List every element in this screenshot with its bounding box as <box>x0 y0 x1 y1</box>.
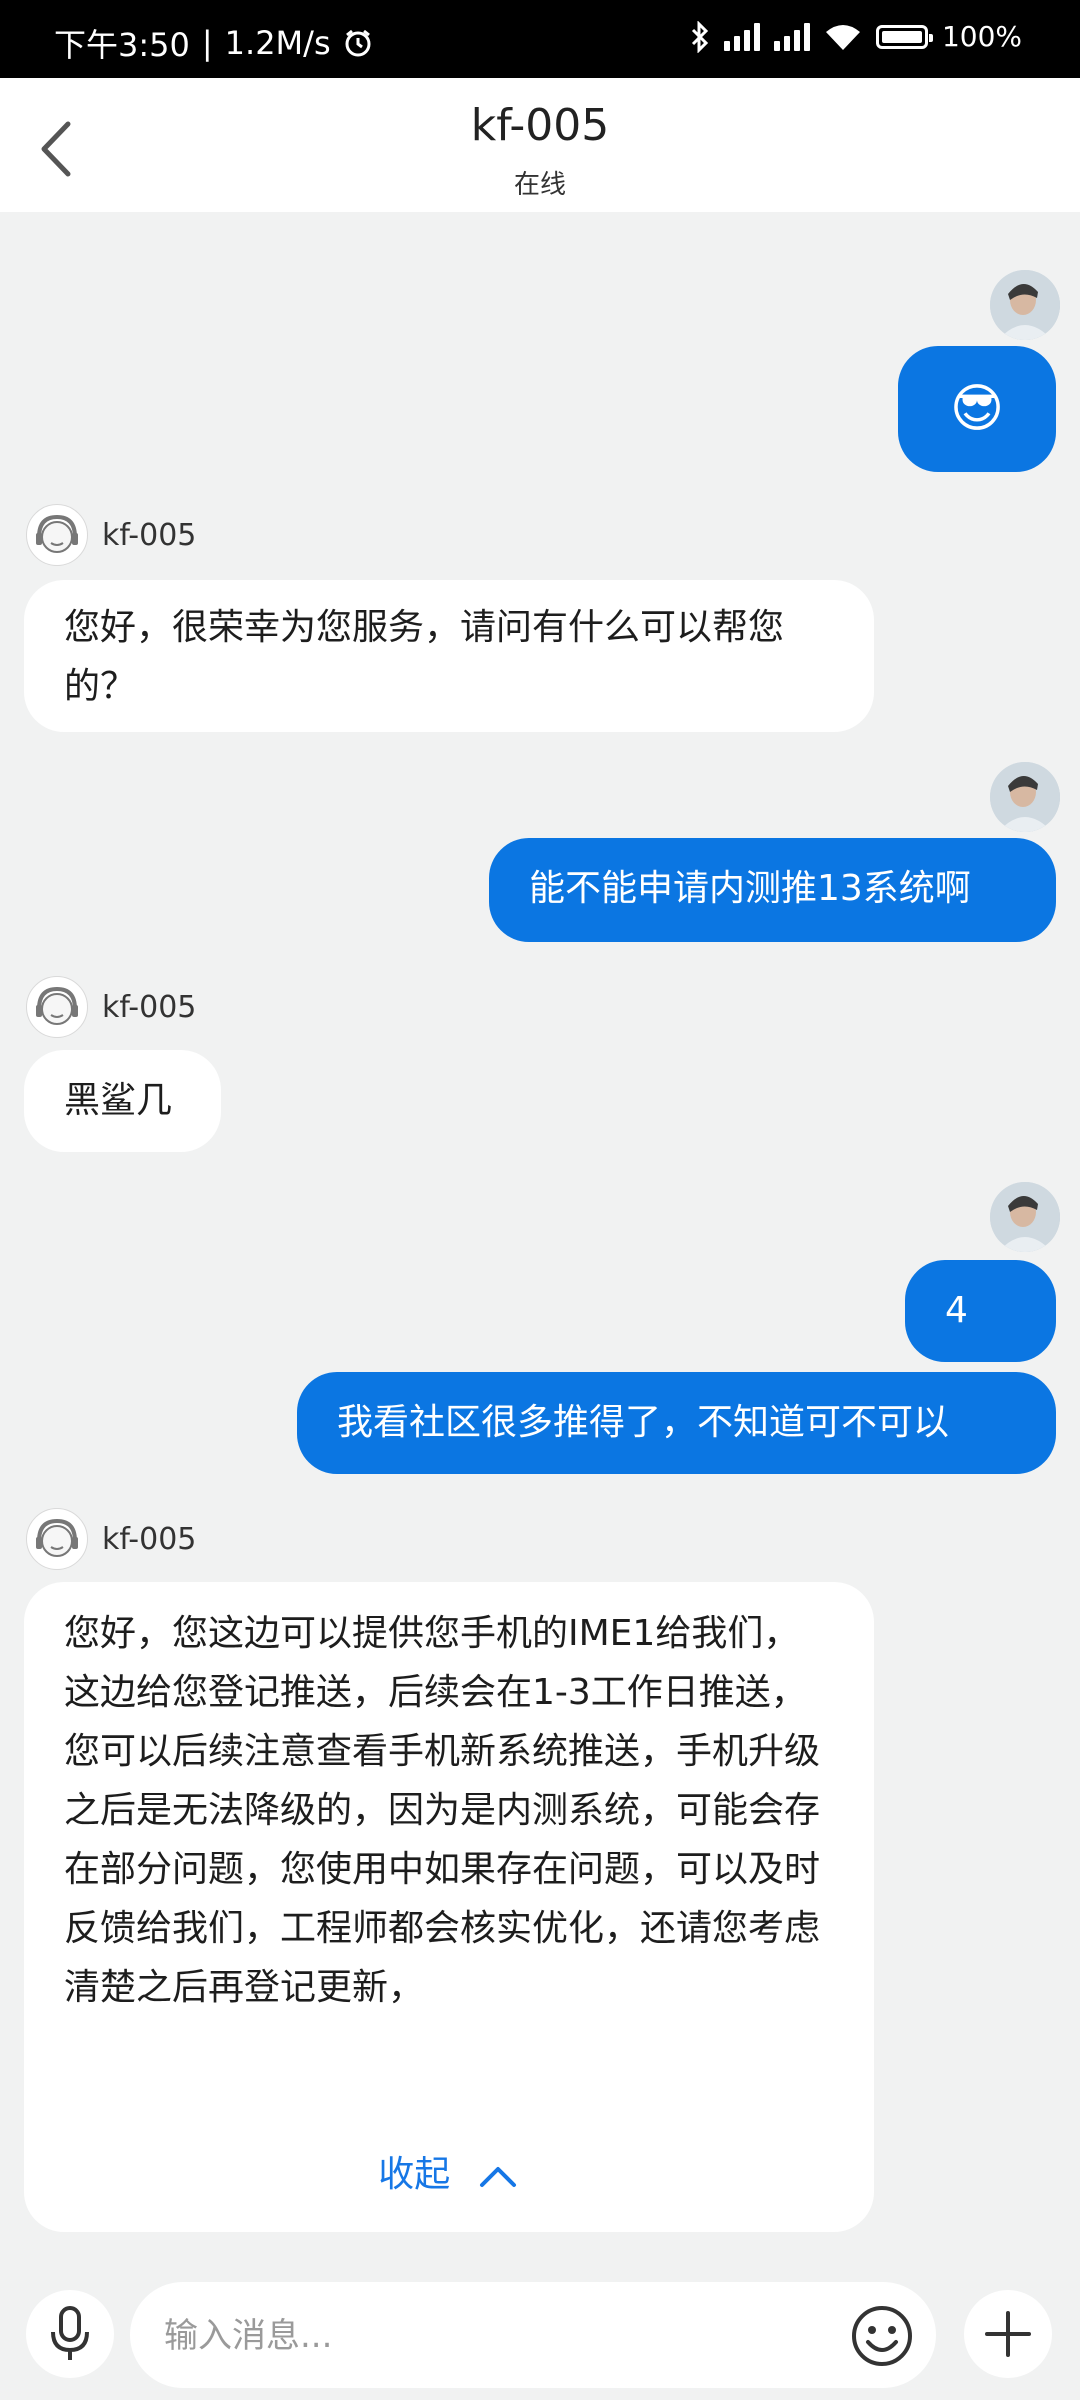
agent-name: kf-005 <box>102 990 197 1025</box>
message-bubble-incoming[interactable]: 您好，很荣幸为您服务，请问有什么可以帮您的？ <box>24 580 874 732</box>
cellular-signal-2-icon <box>773 22 810 51</box>
agent-name: kf-005 <box>102 518 197 553</box>
agent-avatar[interactable] <box>26 504 88 566</box>
sunglasses-emoji-icon: 😎 <box>949 379 1005 439</box>
network-speed: 1.2M/s <box>224 24 331 62</box>
page-title: kf-005 <box>470 100 610 151</box>
message-text: 您好，您这边可以提供您手机的IME1给我们，这边给您登记推送，后续会在1-3工作… <box>64 1613 821 2008</box>
battery-level: 100% <box>941 20 1022 53</box>
chat-header: kf-005 在线 <box>0 78 1080 212</box>
status-bar: 下午3:50 | 1.2M/s 100% <box>0 0 1080 78</box>
message-bubble-outgoing[interactable]: 😎 <box>898 346 1056 472</box>
smiley-icon[interactable] <box>848 2302 916 2370</box>
microphone-icon <box>51 2306 89 2360</box>
agent-avatar[interactable] <box>26 976 88 1038</box>
message-bubble-outgoing[interactable]: 4 <box>905 1260 1056 1362</box>
agent-avatar[interactable] <box>26 1508 88 1570</box>
wifi-icon <box>825 24 860 50</box>
message-bubble-incoming[interactable]: 黑鲨几 <box>24 1050 221 1152</box>
message-bubble-incoming[interactable]: 您好，您这边可以提供您手机的IME1给我们，这边给您登记推送，后续会在1-3工作… <box>24 1582 874 2232</box>
message-input-bar <box>0 2270 1080 2400</box>
message-text: 4 <box>945 1290 968 1331</box>
message-bubble-outgoing[interactable]: 我看社区很多推得了，不知道可不可以 <box>297 1372 1056 1474</box>
battery-icon <box>875 24 933 49</box>
agent-name: kf-005 <box>102 1522 197 1557</box>
alarm-icon <box>345 29 371 57</box>
message-text: 能不能申请内测推13系统啊 <box>529 868 971 909</box>
user-avatar[interactable] <box>990 1182 1060 1252</box>
message-text: 黑鲨几 <box>64 1080 173 1121</box>
add-button[interactable] <box>964 2290 1052 2378</box>
message-text: 您好，很荣幸为您服务，请问有什么可以帮您的？ <box>64 607 785 707</box>
cellular-signal-1-icon <box>723 22 760 51</box>
user-avatar[interactable] <box>990 762 1060 832</box>
status-left: 下午3:50 | 1.2M/s <box>54 20 373 66</box>
status-time: 下午3:50 <box>54 26 190 64</box>
status-separator: | <box>201 24 213 62</box>
message-input-wrapper <box>130 2282 936 2390</box>
collapse-button[interactable]: 收起 <box>24 2145 874 2204</box>
bluetooth-icon <box>691 20 709 53</box>
message-input[interactable] <box>162 2282 806 2390</box>
user-avatar[interactable] <box>990 270 1060 340</box>
status-right: 100% <box>690 20 1022 53</box>
message-bubble-outgoing[interactable]: 能不能申请内测推13系统啊 <box>489 838 1056 942</box>
collapse-label: 收起 <box>378 2154 451 2195</box>
plus-icon <box>985 2311 1031 2357</box>
online-status: 在线 <box>513 170 566 200</box>
chevron-up-icon <box>479 2167 516 2187</box>
voice-input-button[interactable] <box>26 2290 114 2378</box>
message-text: 我看社区很多推得了，不知道可不可以 <box>337 1402 950 1443</box>
